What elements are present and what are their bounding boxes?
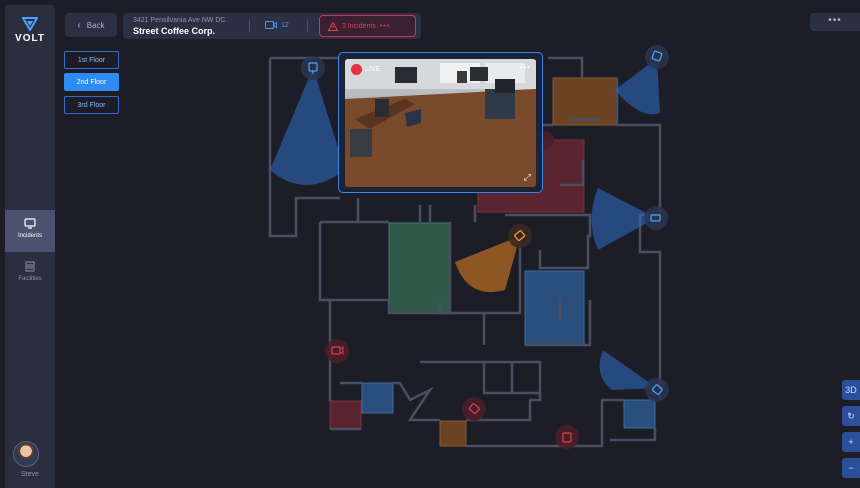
room-green[interactable] bbox=[388, 222, 451, 314]
camera-marker-east[interactable] bbox=[644, 206, 668, 230]
expand-icon[interactable]: ⤢ bbox=[524, 172, 531, 183]
camera-marker-ne[interactable] bbox=[645, 45, 669, 69]
more-dots-icon: ••• bbox=[379, 22, 391, 30]
camera-cone-nw bbox=[270, 68, 345, 185]
rotate-icon[interactable]: ↻ bbox=[842, 406, 860, 426]
floor-1-button[interactable]: 1st Floor bbox=[64, 51, 119, 69]
live-dot-icon bbox=[351, 64, 362, 75]
more-options-button[interactable]: ••• bbox=[810, 13, 860, 31]
location-address: 3421 Pensilvania Ave NW DC bbox=[133, 17, 226, 24]
back-label: Back bbox=[86, 20, 105, 30]
camera-marker-red-west[interactable] bbox=[325, 339, 349, 363]
camera-marker-red-south[interactable] bbox=[462, 397, 486, 421]
warning-icon bbox=[328, 21, 338, 31]
room-blue-se[interactable] bbox=[623, 399, 656, 429]
video-more-button[interactable]: ••• bbox=[520, 63, 531, 72]
location-business-name: Street Coffee Corp. bbox=[133, 26, 216, 36]
floor-2-button[interactable]: 2nd Floor bbox=[64, 73, 119, 91]
room-red-south[interactable] bbox=[329, 400, 362, 430]
camera-cone-orange bbox=[455, 236, 520, 293]
zoom-in-button[interactable]: + bbox=[842, 432, 860, 452]
camera-count[interactable]: 12 bbox=[265, 21, 289, 29]
camera-marker-orange[interactable] bbox=[508, 224, 532, 248]
live-indicator: LIVE bbox=[351, 64, 380, 75]
chevron-left-icon: ‹ bbox=[77, 19, 81, 31]
live-label: LIVE bbox=[365, 66, 381, 73]
camera-marker-nw[interactable] bbox=[301, 56, 325, 80]
divider bbox=[249, 20, 250, 32]
live-camera-popup[interactable]: LIVE ••• ⤢ bbox=[338, 52, 543, 193]
divider bbox=[307, 20, 308, 32]
room-orange-south[interactable] bbox=[439, 420, 467, 447]
room-orange-ne[interactable] bbox=[552, 77, 618, 126]
back-button[interactable]: ‹ Back bbox=[65, 13, 117, 37]
camera-marker-red-se[interactable] bbox=[555, 425, 579, 449]
incidents-button[interactable]: 3 Incidents ••• bbox=[319, 15, 416, 37]
camera-feed[interactable]: LIVE ••• ⤢ bbox=[345, 59, 536, 187]
incidents-label: 3 Incidents bbox=[342, 22, 376, 30]
video-camera-icon bbox=[265, 21, 277, 29]
camera-count-value: 12 bbox=[281, 21, 289, 29]
location-bar: 3421 Pensilvania Ave NW DC Street Coffee… bbox=[123, 13, 421, 39]
camera-marker-se[interactable] bbox=[645, 378, 669, 402]
view-3d-button[interactable]: 3D bbox=[842, 380, 860, 400]
camera-feed-image bbox=[345, 59, 536, 187]
floor-3-button[interactable]: 3rd Floor bbox=[64, 96, 119, 114]
room-blue-east[interactable] bbox=[524, 270, 585, 346]
room-blue-small[interactable] bbox=[361, 382, 394, 414]
zoom-out-button[interactable]: − bbox=[842, 458, 860, 478]
